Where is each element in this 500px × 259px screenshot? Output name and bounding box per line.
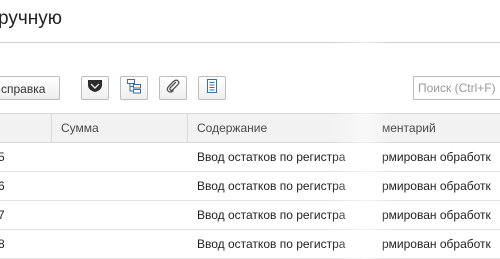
- column-divider[interactable]: [187, 114, 188, 142]
- structure-icon: [126, 78, 142, 99]
- data-table: Сумма Содержание ментарий 5 Ввод остатко…: [0, 113, 500, 259]
- column-divider[interactable]: [51, 114, 52, 142]
- table-row[interactable]: 7 Ввод остатков по регистра рмирован обр…: [0, 201, 500, 230]
- table-header: Сумма Содержание ментарий: [0, 113, 500, 143]
- row-comment: рмирован обработк: [382, 179, 491, 193]
- column-header-content[interactable]: Содержание: [197, 114, 267, 142]
- row-content: Ввод остатков по регистра: [197, 150, 346, 164]
- row-comment: рмирован обработк: [382, 208, 491, 222]
- row-number: 5: [0, 150, 5, 164]
- paperclip-icon: [165, 78, 181, 99]
- structure-button[interactable]: [120, 76, 148, 100]
- attach-button[interactable]: [159, 76, 187, 100]
- row-content: Ввод остатков по регистра: [197, 179, 346, 193]
- row-content: Ввод остатков по регистра: [197, 208, 346, 222]
- page-title: ручную: [0, 8, 62, 29]
- shield-icon: [87, 79, 103, 98]
- row-number: 7: [0, 208, 5, 222]
- row-number: 6: [0, 179, 5, 193]
- column-header-sum[interactable]: Сумма: [61, 114, 99, 142]
- shield-button[interactable]: [81, 76, 109, 100]
- column-header-comment[interactable]: ментарий: [382, 114, 436, 142]
- row-number: 8: [0, 237, 5, 251]
- document-list-icon: [205, 78, 219, 99]
- table-row[interactable]: 8 Ввод остатков по регистра рмирован обр…: [0, 230, 500, 259]
- title-divider: [0, 42, 500, 43]
- document-list-button[interactable]: [198, 76, 226, 100]
- table-row[interactable]: 6 Ввод остатков по регистра рмирован обр…: [0, 172, 500, 201]
- help-button[interactable]: справка: [0, 76, 60, 100]
- table-row[interactable]: 5 Ввод остатков по регистра рмирован обр…: [0, 143, 500, 172]
- row-content: Ввод остатков по регистра: [197, 237, 346, 251]
- toolbar: справка: [0, 76, 500, 102]
- row-comment: рмирован обработк: [382, 150, 491, 164]
- row-comment: рмирован обработк: [382, 237, 491, 251]
- search-input[interactable]: [413, 76, 500, 100]
